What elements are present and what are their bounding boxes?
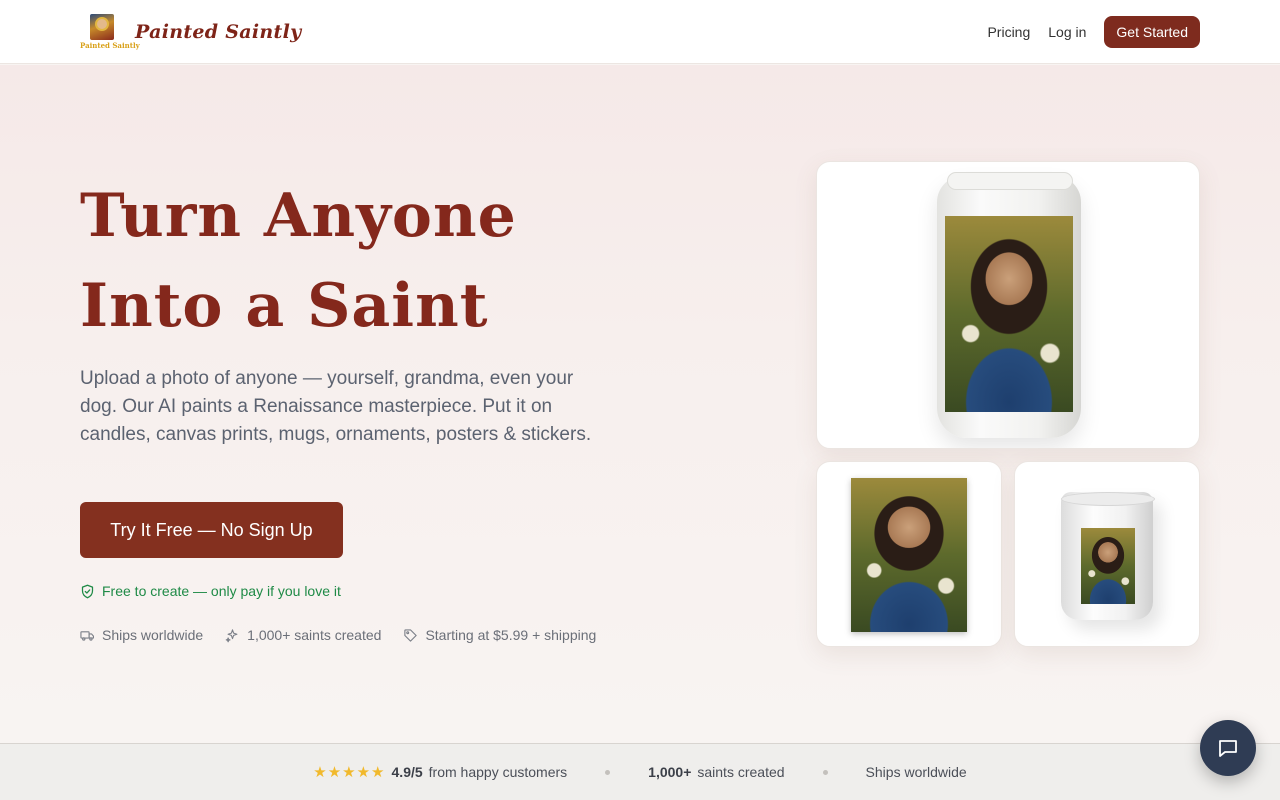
stat-rating: ★★★★★ 4.9/5 from happy customers: [313, 763, 567, 781]
star-rating-icon: ★★★★★: [313, 764, 386, 781]
shipping-label: Ships worldwide: [865, 764, 967, 780]
brand-home-link[interactable]: Painted Saintly Painted Saintly: [80, 13, 302, 50]
tag-icon: [403, 628, 418, 643]
get-started-button[interactable]: Get Started: [1104, 15, 1200, 48]
separator-dot: [822, 769, 828, 775]
truck-icon: [80, 628, 95, 643]
stat-shipping: Ships worldwide: [866, 764, 967, 780]
nav-actions: Pricing Log in Get Started: [987, 15, 1200, 48]
count-value: 1,000+: [648, 764, 692, 780]
saint-portrait: [851, 478, 967, 632]
product-image-canvas-print[interactable]: [816, 461, 1002, 647]
hero-title: Turn Anyone Into a Saint: [80, 181, 517, 341]
product-image-candle[interactable]: [816, 161, 1200, 449]
hero-subtitle: Upload a photo of anyone — yourself, gra…: [80, 368, 592, 445]
sparkles-icon: [225, 628, 240, 643]
try-free-button[interactable]: Try It Free — No Sign Up: [80, 502, 343, 558]
rating-label: from happy customers: [428, 764, 568, 780]
feature-price: Starting at $5.99 + shipping: [403, 627, 596, 643]
saint-portrait: [945, 216, 1073, 412]
chat-button[interactable]: [1200, 720, 1256, 776]
shield-check-icon: [80, 584, 95, 599]
stat-count: 1,000+ saints created: [648, 764, 784, 780]
brand-logo-text: Painted Saintly: [80, 40, 140, 50]
feature-label: Ships worldwide: [102, 627, 204, 643]
top-nav: Painted Saintly Painted Saintly Pricing …: [0, 0, 1280, 64]
saint-portrait: [1081, 528, 1135, 604]
feature-label: Starting at $5.99 + shipping: [425, 627, 597, 643]
product-image-mug[interactable]: [1014, 461, 1200, 647]
feature-shipping: Ships worldwide: [80, 627, 203, 643]
hero-section: Turn Anyone Into a Saint Upload a photo …: [0, 65, 1280, 743]
nav-link-pricing[interactable]: Pricing: [987, 24, 1030, 40]
candle-jar: [937, 172, 1081, 438]
feature-saints: 1,000+ saints created: [225, 627, 381, 643]
brand-logo-art: [90, 13, 114, 40]
feature-label: 1,000+ saints created: [247, 627, 382, 643]
free-note: Free to create — only pay if you love it: [80, 583, 341, 599]
brand-logo: Painted Saintly: [80, 13, 140, 50]
rating-value: 4.9/5: [391, 764, 423, 780]
separator-dot: [605, 769, 611, 775]
mug: [1061, 492, 1155, 620]
stats-bar: ★★★★★ 4.9/5 from happy customers 1,000+ …: [0, 743, 1280, 800]
free-note-text: Free to create — only pay if you love it: [102, 583, 341, 599]
count-label: saints created: [697, 764, 785, 780]
nav-link-login[interactable]: Log in: [1048, 24, 1086, 40]
feature-list: Ships worldwide 1,000+ saints created St…: [80, 627, 596, 643]
brand-name: Painted Saintly: [135, 20, 302, 43]
chat-bubble-icon: [1216, 736, 1240, 760]
